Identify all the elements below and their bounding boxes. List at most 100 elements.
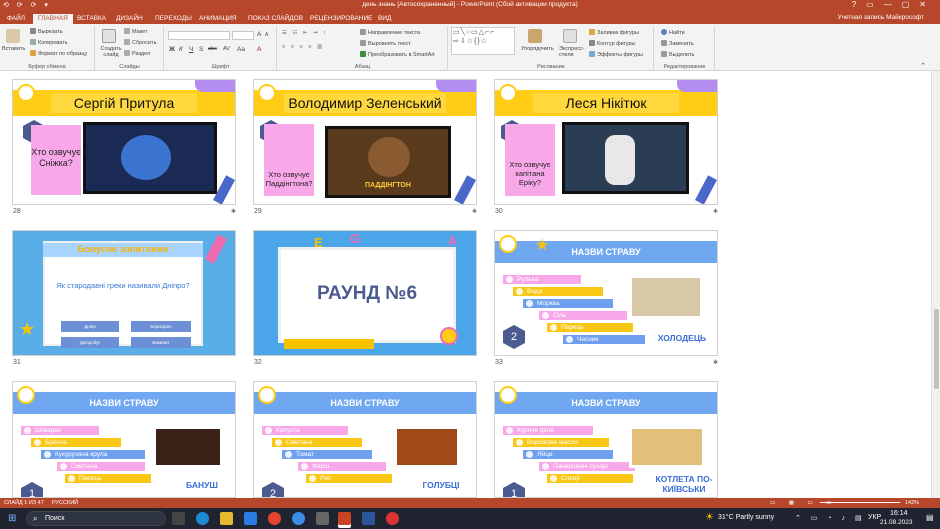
powerpoint-icon[interactable] (338, 512, 351, 525)
zoom-level[interactable]: 142% (905, 498, 919, 508)
notifications-icon[interactable]: ▤ (926, 513, 934, 522)
copy-button[interactable]: Копировать (30, 39, 68, 46)
slide-thumbnail-30[interactable]: Леся Нікітюк 2 Хто озвучує капітана Ерік… (494, 79, 718, 205)
smartart-icon (360, 51, 366, 57)
format-painter-button[interactable]: Формат по образцу (30, 50, 87, 57)
task-view-icon[interactable] (172, 512, 185, 525)
italic-button[interactable]: К (179, 46, 183, 53)
text-direction-button[interactable]: Направление текста (360, 29, 420, 36)
reset-button[interactable]: Сбросить (124, 39, 156, 46)
list-buttons[interactable]: ☰ ☷ ⇤ ⇥ ↕ (282, 30, 328, 36)
help-icon[interactable]: ? (852, 0, 866, 9)
quick-styles-button[interactable]: Экспресс-стили (559, 46, 585, 58)
store-icon[interactable] (244, 512, 257, 525)
close-button[interactable]: ✕ (919, 0, 936, 9)
word-icon[interactable] (362, 512, 375, 525)
select-button[interactable]: Выделить (661, 51, 694, 58)
tab-slideshow[interactable]: ПОКАЗ СЛАЙДОВ (243, 14, 308, 24)
replace-button[interactable]: Заменить (661, 40, 694, 47)
scrollbar-thumb[interactable] (934, 309, 939, 389)
paste-button[interactable]: Вставить (2, 46, 25, 52)
zoom-slider[interactable] (820, 502, 900, 503)
maximize-button[interactable]: ▢ (902, 0, 920, 9)
language-indicator[interactable]: РУССКИЙ (52, 498, 78, 508)
grow-font-button[interactable]: A (257, 31, 261, 38)
tab-design[interactable]: ДИЗАЙН (111, 14, 148, 24)
title-band: Володимир Зеленський (254, 90, 476, 116)
shadow-button[interactable]: S (199, 46, 203, 53)
tab-view[interactable]: ВИД (373, 14, 396, 24)
ingredient-4: Сметана (57, 462, 145, 471)
font-size-select[interactable] (232, 31, 254, 40)
clock-icon (440, 327, 458, 345)
new-slide-button[interactable]: Создать слайд (98, 46, 124, 58)
telegram-icon[interactable] (292, 512, 305, 525)
section-button[interactable]: Раздел (124, 50, 150, 57)
tab-file[interactable]: ФАЙЛ (2, 14, 30, 24)
arrange-button[interactable]: Упорядочить (521, 46, 554, 52)
char-spacing-button[interactable]: AV (223, 46, 230, 52)
clock-time[interactable]: 16:14 (890, 510, 908, 517)
change-case-button[interactable]: Aa (237, 46, 245, 53)
tab-transitions[interactable]: ПЕРЕХОДЫ (150, 14, 197, 24)
clock-date[interactable]: 21.08.2023 (880, 519, 913, 526)
slide-title: Бонусне запитання (43, 243, 203, 257)
character-shape (605, 135, 635, 185)
shape-fill-button[interactable]: Заливка фигуры (589, 29, 639, 36)
slide-thumbnail-36[interactable]: НАЗВИ СТРАВУ Куряче філе Вершкове масло … (494, 381, 718, 498)
slide-thumbnail-31[interactable]: Бонусне запитання Як стародавні греки на… (12, 230, 236, 356)
app-icon[interactable] (316, 512, 329, 525)
tab-animation[interactable]: АНИМАЦИЯ (194, 14, 242, 24)
fill-icon (589, 29, 595, 35)
shrink-font-button[interactable]: A (265, 32, 268, 38)
dish-answer: ГОЛУБЦІ (422, 480, 460, 490)
explorer-icon[interactable] (220, 512, 233, 525)
edge-icon[interactable] (196, 512, 209, 525)
tray-icons[interactable]: ⌃ ▭ ◔ ♪ ▤ (795, 514, 866, 522)
strikethrough-button[interactable]: abc (208, 46, 217, 52)
underline-button[interactable]: Ч (189, 46, 193, 53)
paste-icon[interactable] (6, 29, 20, 43)
badge-number: 2 (262, 482, 284, 497)
slide-thumbnail-35[interactable]: НАЗВИ СТРАВУ Капуста Сметана Томат Фарш … (253, 381, 477, 498)
chrome-icon[interactable] (268, 512, 281, 525)
smartart-button[interactable]: Преобразовать в SmartArt (360, 51, 435, 58)
account-link[interactable]: Учетная запись Майкрософт (837, 14, 924, 21)
layout-button[interactable]: Макет (124, 28, 148, 35)
shape-outline-button[interactable]: Контур фигуры (589, 40, 635, 47)
flask-icon (499, 386, 517, 404)
collapse-ribbon-icon[interactable]: ⌃ (920, 62, 926, 70)
slide-thumbnail-29[interactable]: Володимир Зеленський 1 Хто озвучує Падді… (253, 79, 477, 205)
tab-home[interactable]: ГЛАВНАЯ (33, 14, 73, 24)
bold-button[interactable]: Ж (169, 46, 175, 53)
cut-button[interactable]: Вырезать (30, 28, 62, 35)
slide-thumbnail-32[interactable]: РАУНД №6 E G A (253, 230, 477, 356)
shape-effects-button[interactable]: Эффекты фигуры (589, 51, 643, 58)
outline-icon (589, 40, 595, 46)
weather-text[interactable]: 31°C Partly sunny (718, 514, 774, 521)
tab-insert[interactable]: ВСТАВКА (72, 14, 111, 24)
vertical-scrollbar[interactable] (931, 71, 940, 498)
slide-thumbnail-33[interactable]: НАЗВИ СТРАВУ ★ Рулька Вода Морква Сіль П… (494, 230, 718, 356)
slide-thumbnail-34[interactable]: НАЗВИ СТРАВУ Шкварки Бринза Кукурузяна к… (12, 381, 236, 498)
find-button[interactable]: Найти (661, 29, 685, 36)
font-color-button[interactable]: A (257, 46, 261, 53)
ingredient-5: Перець (65, 474, 151, 483)
opera-icon[interactable] (386, 512, 399, 525)
minimize-button[interactable]: — (884, 0, 902, 9)
slide-thumbnail-28[interactable]: Сергій Притула 2 Хто озвучує Сніжка? (12, 79, 236, 205)
window-controls[interactable]: ?▭—▢✕ (852, 0, 936, 9)
arrange-icon[interactable] (528, 29, 542, 43)
new-slide-icon[interactable] (102, 29, 116, 43)
align-text-button[interactable]: Выровнять текст (360, 40, 411, 47)
view-buttons[interactable]: ▭ ▦ ▭ ▭ (770, 498, 837, 508)
search-box[interactable]: ⌕ Поиск (26, 511, 166, 526)
shapes-gallery[interactable]: ▭╲○▭△⌐⌐ ⇨⇩☆{}☆ (451, 27, 515, 55)
ingredient-5: Спеції (547, 474, 633, 483)
tab-review[interactable]: РЕЦЕНЗИРОВАНИЕ (305, 14, 378, 24)
ribbon-display-icon[interactable]: ▭ (866, 0, 884, 9)
align-buttons[interactable]: ≡ ≡ ≡ ≡ ▥ (282, 44, 324, 50)
quick-styles-icon[interactable] (563, 29, 577, 43)
start-icon[interactable]: ⊞ (8, 513, 16, 524)
font-family-select[interactable] (168, 31, 230, 40)
